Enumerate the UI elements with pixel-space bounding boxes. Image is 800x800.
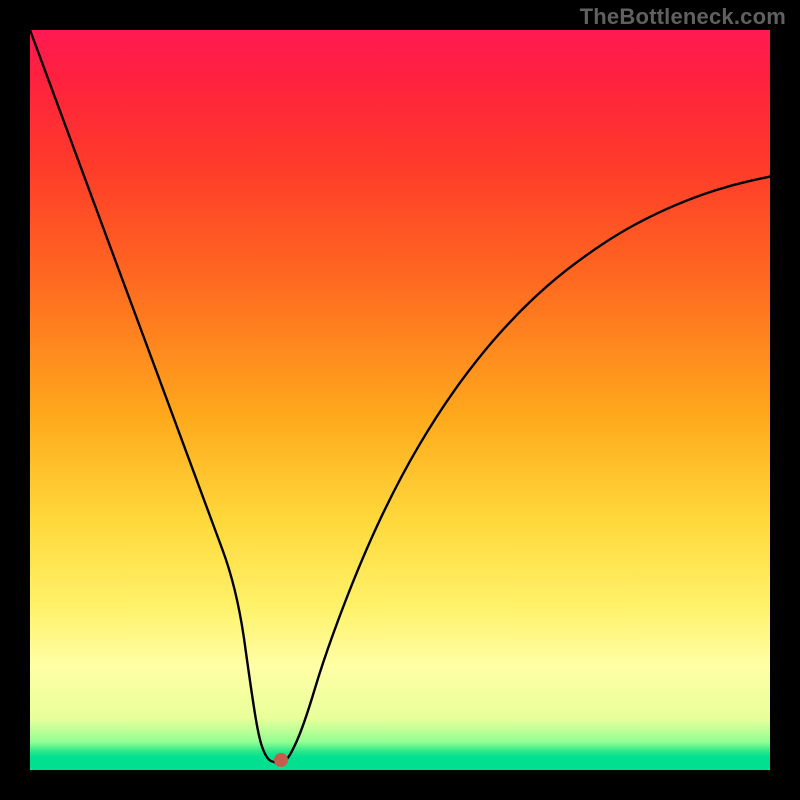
chart-frame: TheBottleneck.com [0,0,800,800]
bottleneck-curve [30,30,770,770]
optimal-point-marker [274,753,288,767]
curve-path [30,30,770,763]
plot-area [30,30,770,770]
watermark-text: TheBottleneck.com [580,4,786,30]
